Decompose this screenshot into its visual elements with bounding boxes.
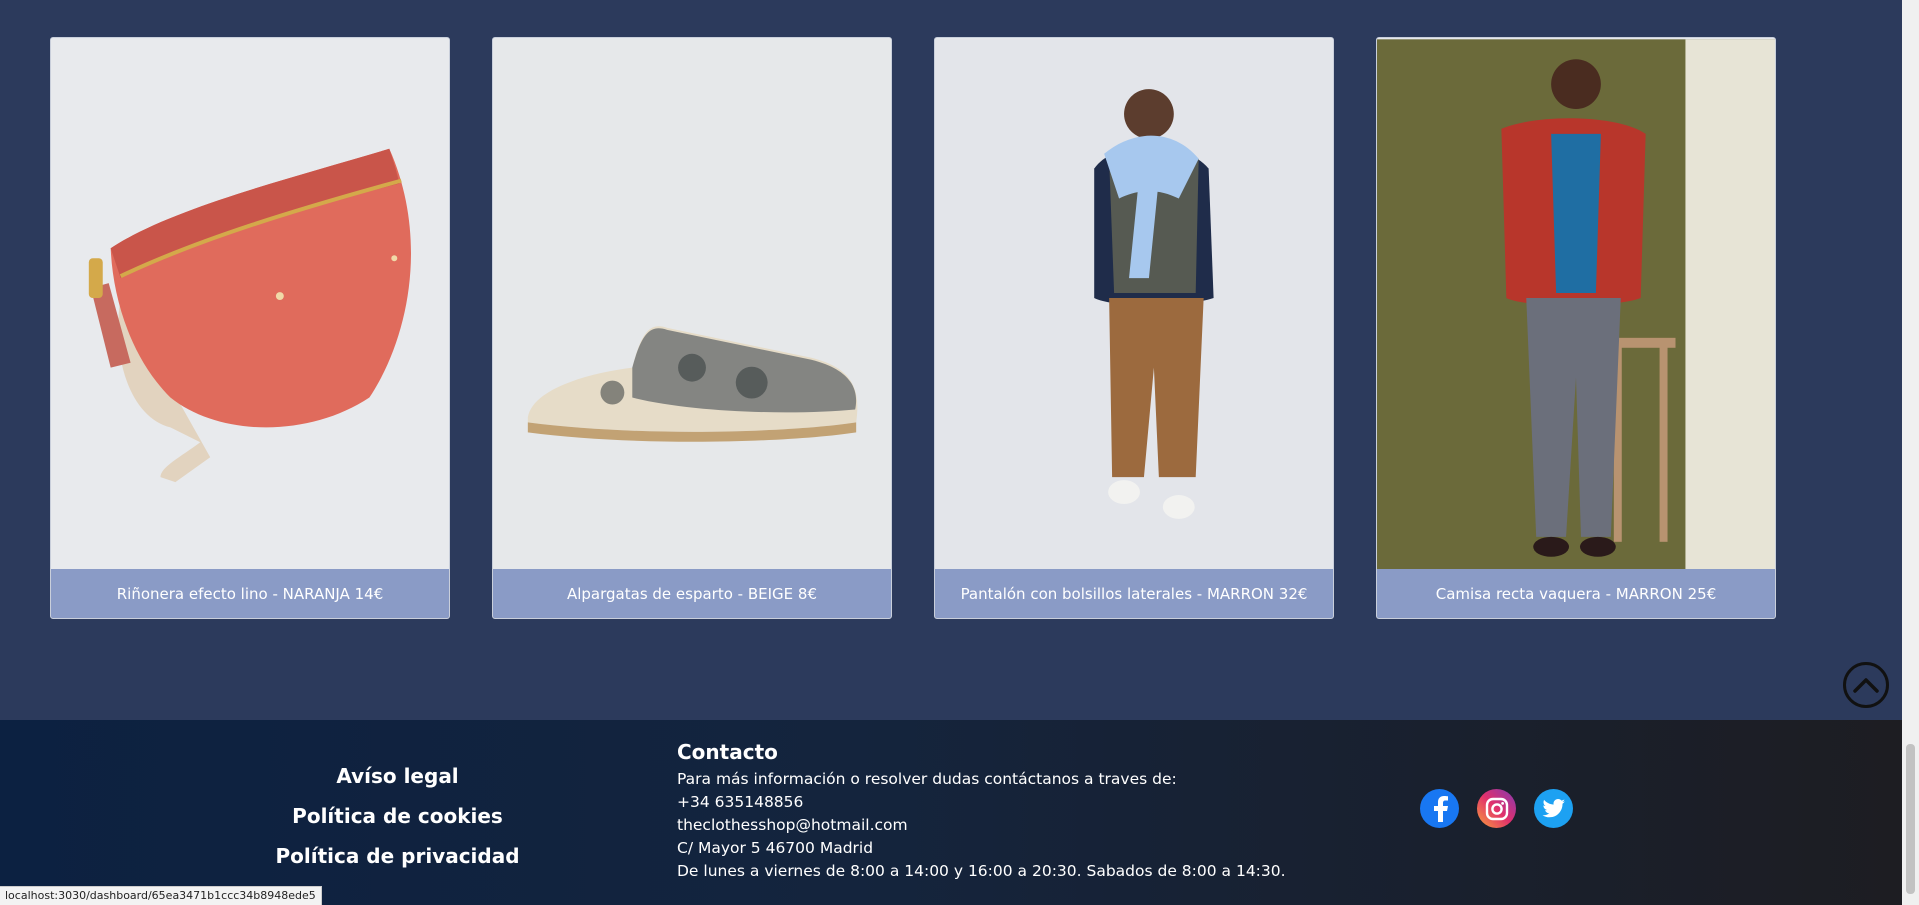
facebook-icon[interactable] [1420, 789, 1459, 828]
cookies-policy-link[interactable]: Política de cookies [250, 796, 545, 836]
product-card[interactable]: Riñonera efecto lino - NARANJA 14€ [50, 37, 450, 619]
page-scrollbar[interactable] [1902, 0, 1919, 905]
site-footer: Avíso legal Política de cookies Política… [0, 720, 1902, 905]
product-caption: Alpargatas de esparto - BEIGE 8€ [493, 569, 891, 618]
legal-links: Avíso legal Política de cookies Política… [250, 756, 545, 876]
product-caption: Riñonera efecto lino - NARANJA 14€ [51, 569, 449, 618]
product-caption: Pantalón con bolsillos laterales - MARRO… [935, 569, 1333, 618]
legal-notice-link[interactable]: Avíso legal [250, 756, 545, 796]
product-card[interactable]: Alpargatas de esparto - BEIGE 8€ [492, 37, 892, 619]
product-card[interactable]: Camisa recta vaquera - MARRON 25€ [1376, 37, 1776, 619]
twitter-icon[interactable] [1534, 789, 1573, 828]
social-links [1420, 789, 1573, 828]
product-image[interactable] [935, 38, 1333, 572]
contact-address: C/ Mayor 5 46700 Madrid [677, 839, 874, 857]
browser-status-url: localhost:3030/dashboard/65ea3471b1ccc34… [0, 886, 322, 905]
scrollbar-thumb[interactable] [1906, 744, 1915, 894]
contact-title: Contacto [677, 740, 778, 764]
product-image[interactable] [51, 38, 449, 572]
product-card[interactable]: Pantalón con bolsillos laterales - MARRO… [934, 37, 1334, 619]
contact-email: theclothesshop@hotmail.com [677, 816, 908, 834]
product-caption: Camisa recta vaquera - MARRON 25€ [1377, 569, 1775, 618]
contact-phone: +34 635148856 [677, 793, 804, 811]
instagram-icon[interactable] [1477, 789, 1516, 828]
contact-intro: Para más información o resolver dudas co… [677, 770, 1177, 788]
scroll-to-top-button[interactable] [1843, 662, 1889, 708]
contact-hours: De lunes a viernes de 8:00 a 14:00 y 16:… [677, 862, 1286, 880]
contact-section: Contacto Para más información o resolver… [677, 740, 1286, 883]
privacy-policy-link[interactable]: Política de privacidad [250, 836, 545, 876]
product-image[interactable] [1377, 38, 1775, 572]
product-grid: Riñonera efecto lino - NARANJA 14€ Alpar… [0, 0, 1900, 720]
product-image[interactable] [493, 38, 891, 572]
chevron-up-icon [1853, 678, 1879, 693]
